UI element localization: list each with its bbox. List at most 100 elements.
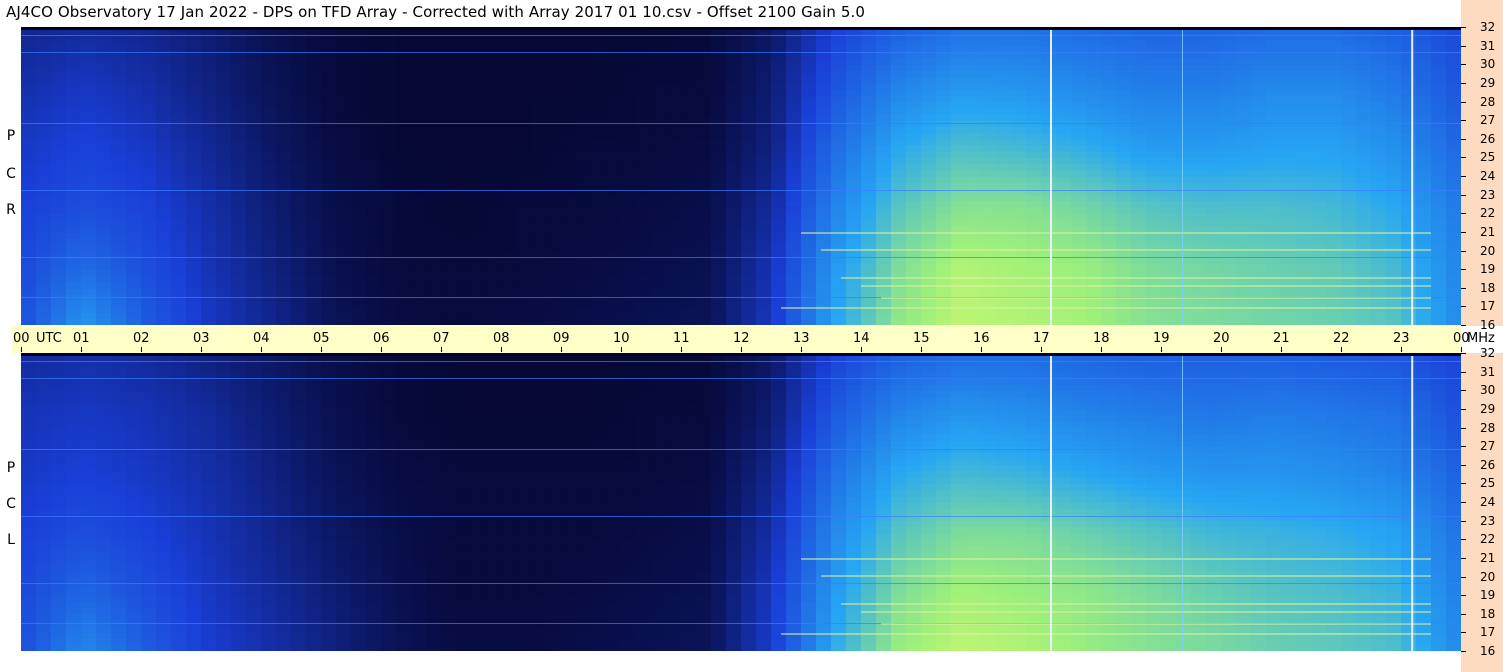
spectrogram-cell xyxy=(141,107,157,115)
spectrogram-cell xyxy=(36,169,52,177)
spectrogram-cell xyxy=(1311,101,1327,109)
spectrogram-cell xyxy=(771,39,787,47)
spectrogram-cell xyxy=(231,95,247,103)
spectrogram-cell xyxy=(831,644,847,651)
spectrogram-cell xyxy=(516,194,532,202)
spectrogram-cell xyxy=(66,231,82,239)
spectrogram-cell xyxy=(441,194,457,202)
spectrogram-cell xyxy=(1041,287,1057,295)
spectrogram-cell xyxy=(1311,188,1327,196)
spectrogram-cell xyxy=(1146,89,1162,96)
spectrogram-cell xyxy=(231,244,247,252)
spectrogram-cell xyxy=(171,250,187,258)
spectrogram-cell xyxy=(36,188,52,196)
spectrogram-cell xyxy=(1326,318,1342,325)
spectrogram-cell xyxy=(96,33,112,41)
spectrogram-cell xyxy=(516,70,532,78)
spectrogram-cell xyxy=(756,275,772,283)
spectrogram-cell xyxy=(291,126,307,134)
spectrogram-cell xyxy=(1446,113,1461,121)
spectrogram-cell xyxy=(1101,95,1117,103)
spectrogram-cell xyxy=(336,638,352,646)
spectrogram-cell xyxy=(336,163,352,171)
spectrogram-cell xyxy=(96,244,112,252)
spectrogram-cell xyxy=(876,182,892,190)
spectrogram-cell xyxy=(291,238,307,245)
spectrogram-cell xyxy=(411,113,427,121)
spectrogram-cell xyxy=(1206,95,1222,103)
spectrogram-cell xyxy=(711,107,727,115)
spectrogram-cell xyxy=(1086,157,1102,165)
spectrogram-cell xyxy=(201,269,217,276)
spectrogram-cell xyxy=(1116,262,1132,270)
spectrogram-cell xyxy=(1251,101,1267,109)
spectrogram-cell xyxy=(1206,176,1222,183)
spectrogram-cell xyxy=(411,300,427,307)
spectrogram-cell xyxy=(786,250,802,258)
spectrogram-cell xyxy=(891,318,907,325)
spectrogram-cell xyxy=(1086,287,1102,295)
spectrogram-cell xyxy=(426,188,442,196)
spectrogram-cell xyxy=(1101,182,1117,190)
spectrogram-cell xyxy=(906,95,922,103)
spectrogram-cell xyxy=(996,157,1012,165)
spectrogram-cell xyxy=(846,89,862,96)
spectrogram-cell xyxy=(966,312,982,320)
spectrogram-cell xyxy=(1311,64,1327,72)
spectrogram-cell xyxy=(246,107,262,115)
spectrogram-cell xyxy=(1386,188,1402,196)
spectrogram-cell xyxy=(1131,644,1147,651)
spectrogram-cell xyxy=(966,182,982,190)
spectrogram-cell xyxy=(816,138,832,146)
spectrogram-cell xyxy=(111,269,127,276)
spectrogram-cell xyxy=(741,101,757,109)
spectrogram-cell xyxy=(816,213,832,221)
spectrogram-cell xyxy=(681,70,697,78)
spectrogram-cell xyxy=(231,219,247,227)
spectrogram-cell xyxy=(501,262,517,270)
spectrogram-cell xyxy=(606,182,622,190)
spectrogram-cell xyxy=(351,213,367,221)
spectrogram-cell xyxy=(696,250,712,258)
spectrogram-cell xyxy=(381,306,397,314)
spectrogram-cell xyxy=(786,275,802,283)
spectrogram-cell xyxy=(711,64,727,72)
spectrogram-cell xyxy=(351,244,367,252)
spectrogram-cell xyxy=(501,638,517,646)
spectrogram-cell xyxy=(861,188,877,196)
spectrogram-cell xyxy=(51,182,67,190)
spectrogram-cell xyxy=(1251,107,1267,115)
spectrogram-cell xyxy=(561,287,577,295)
spectrogram-cell xyxy=(786,151,802,158)
spectrogram-cell xyxy=(1341,194,1357,202)
spectrogram-cell xyxy=(291,213,307,221)
spectrogram-cell xyxy=(921,219,937,227)
spectrogram-cell xyxy=(66,207,82,214)
spectrogram-cell xyxy=(231,231,247,239)
spectrogram-cell xyxy=(96,169,112,177)
spectrogram-cell xyxy=(546,200,562,208)
spectrogram-cell xyxy=(246,250,262,258)
spectrogram-cell xyxy=(981,312,997,320)
spectrogram-cell xyxy=(1056,250,1072,258)
spectrogram-cell xyxy=(291,64,307,72)
spectrogram-cell xyxy=(1146,107,1162,115)
spectrogram-cell xyxy=(1431,107,1447,115)
spectrogram-cell xyxy=(216,126,232,134)
spectrogram-cell xyxy=(516,644,532,651)
spectrogram-cell xyxy=(51,144,67,152)
spectrogram-cell xyxy=(816,113,832,121)
spectrogram-cell xyxy=(126,95,142,103)
spectrogram-cell xyxy=(126,213,142,221)
spectrogram-cell xyxy=(921,182,937,190)
spectrogram-cell xyxy=(1146,644,1162,651)
spectrogram-cell xyxy=(66,126,82,134)
spectrogram-cell xyxy=(981,281,997,289)
spectrogram-cell xyxy=(276,194,292,202)
spectrogram-cell xyxy=(756,107,772,115)
spectrogram-cell xyxy=(1086,76,1102,84)
spectrogram-cell xyxy=(966,95,982,103)
spectrogram-cell xyxy=(51,76,67,84)
spectrogram-cell xyxy=(366,626,382,633)
emission-band xyxy=(841,277,1431,279)
